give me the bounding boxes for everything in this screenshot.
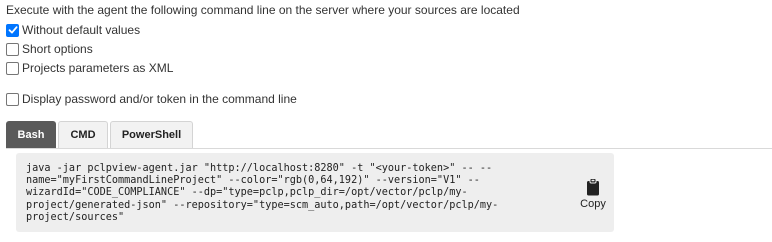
command-line: java -jar pclpview-agent.jar "http://loc… [26,163,493,174]
command-line: name="myFirstCommandLineProject" --color… [26,175,480,187]
agent-command-panel: Execute with the agent the following com… [0,0,772,242]
command-line: project/sources" [26,211,125,223]
clipboard-icon [587,178,599,196]
checkbox-display-password-token[interactable] [6,92,19,106]
option-short-options[interactable]: Short options [6,41,93,57]
option-display-password-token[interactable]: Display password and/or token in the com… [6,91,297,107]
copy-label: Copy [580,198,606,210]
command-line-box: java -jar pclpview-agent.jar "http://loc… [16,153,614,232]
checkbox-short-options[interactable] [6,42,19,56]
command-line: wizardId="CODE_COMPLIANCE" --dp="type=pc… [26,187,468,199]
option-label: Display password and/or token in the com… [22,92,297,106]
checkbox-without-default-values[interactable] [6,23,19,37]
option-label: Without default values [22,23,141,37]
option-label: Short options [22,42,93,56]
option-label: Projects parameters as XML [22,61,174,75]
check-icon [8,26,17,34]
tab-powershell[interactable]: PowerShell [110,121,193,148]
copy-button[interactable]: Copy [576,178,610,214]
tab-cmd[interactable]: CMD [58,121,108,148]
checkbox-projects-parameters-xml[interactable] [6,61,19,75]
command-line-text[interactable]: java -jar pclpview-agent.jar "http://loc… [26,163,546,224]
instructions-text: Execute with the agent the following com… [6,3,520,17]
option-projects-parameters-xml[interactable]: Projects parameters as XML [6,60,173,76]
tab-bash[interactable]: Bash [6,121,56,148]
command-line: project/generated-json" --repository="ty… [26,199,499,211]
shell-tabs: Bash CMD PowerShell [6,121,772,149]
option-without-default-values[interactable]: Without default values [6,22,140,38]
